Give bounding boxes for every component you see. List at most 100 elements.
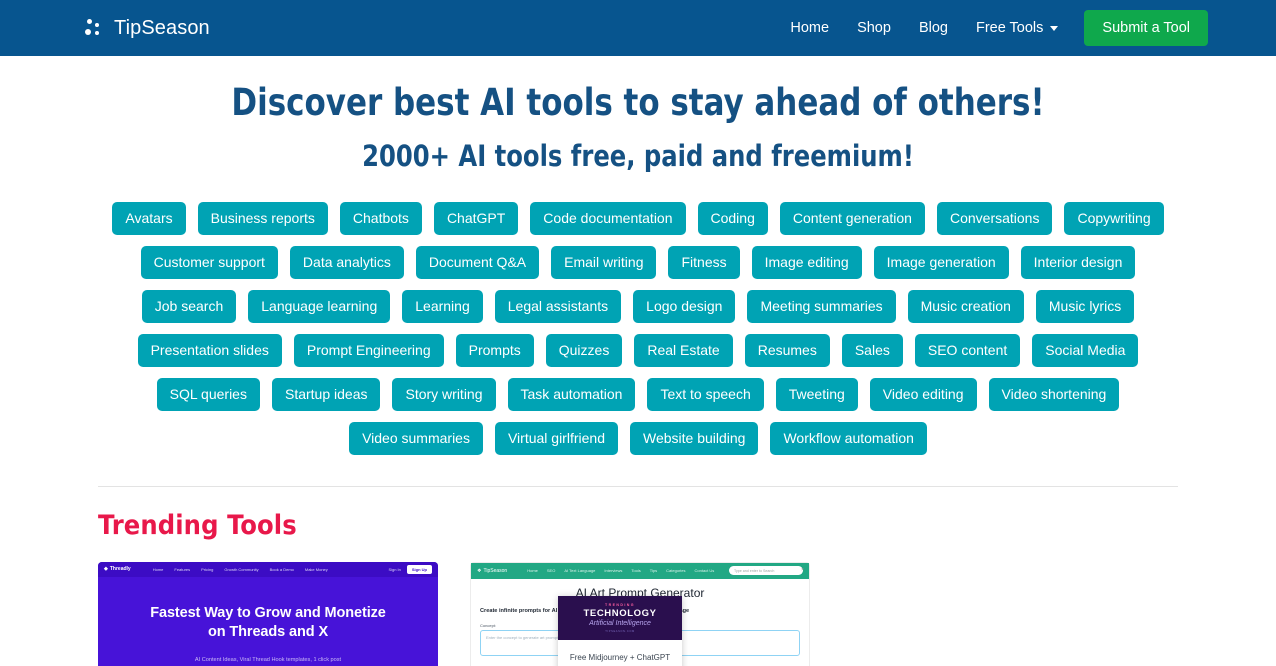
thumb-nav-actions: Sign In Sign Up [388,564,432,574]
category-tag[interactable]: Avatars [112,201,186,235]
thumb-nav-link: Growth Community [224,566,259,572]
category-tag[interactable]: Tweeting [775,377,858,411]
category-tag[interactable]: Customer support [140,245,278,279]
thumb-newsletter-modal: TRENDING TECHNOLOGY Artificial Intellige… [558,595,682,666]
thumb-logo-text: TipSeason [483,567,508,574]
category-tag[interactable]: Meeting summaries [747,289,896,323]
thumb-nav-link: Features [174,566,191,572]
thumb-subtext: AI Content Ideas, Viral Thread Hook temp… [98,655,438,666]
category-tag[interactable]: Image generation [873,245,1009,279]
category-tag[interactable]: Coding [697,201,768,235]
thumb-nav-link: AI Text Language [564,568,596,574]
category-tag[interactable]: Virtual girlfriend [494,421,618,455]
category-tag[interactable]: Business reports [197,201,328,235]
category-tag[interactable]: Legal assistants [494,289,622,323]
category-tag[interactable]: Job search [141,289,237,323]
tool-thumbnail-threadly: ◆ Threadly Home Features Pricing Growth Com… [98,561,438,666]
category-tag[interactable]: Data analytics [289,245,404,279]
category-tag[interactable]: Story writing [392,377,496,411]
top-navbar: TipSeason Home Shop Blog Free Tools Subm… [0,0,1276,56]
category-tag[interactable]: ChatGPT [433,201,519,235]
category-tag[interactable]: SEO content [914,333,1021,367]
category-tag[interactable]: Resumes [744,333,830,367]
category-tag[interactable]: Real Estate [634,333,733,367]
thumb-headline-line1: Fastest Way to Grow and Monetize [150,604,386,621]
thumb-nav-link: Home [527,568,538,574]
thumb-logo-text: Threadly [109,566,131,573]
category-tag[interactable]: Learning [402,289,483,323]
thumb-modal-banner-subtitle: Artificial Intelligence [589,619,651,627]
tool-card-ai-art-prompt-generator[interactable]: ❖ TipSeason Home SEO AI Text Language Inter… [470,561,810,666]
thumb-nav-link: Interviews [604,568,623,574]
category-tag[interactable]: Task automation [507,377,636,411]
category-tag[interactable]: Workflow automation [770,421,927,455]
category-tag[interactable]: Prompt Engineering [293,333,444,367]
category-tag[interactable]: Fitness [668,245,740,279]
category-tag[interactable]: Conversations [936,201,1053,235]
thumb-nav-link: SEO [546,568,556,574]
tool-card-threadly[interactable]: ◆ Threadly Home Features Pricing Growth Com… [98,561,438,666]
category-tag[interactable]: Music creation [907,289,1024,323]
chevron-down-icon [1050,25,1059,31]
thumb-nav-link: Pricing [201,566,214,572]
nav-links-group: Home Shop Blog Free Tools Submit a Tool [776,10,1208,46]
category-tag[interactable]: Video shortening [988,377,1120,411]
category-tag[interactable]: Startup ideas [271,377,381,411]
nav-link-shop[interactable]: Shop [843,12,905,44]
nav-link-blog[interactable]: Blog [905,12,962,44]
category-tag[interactable]: Image editing [751,245,862,279]
thumb-logo: ❖ TipSeason [477,567,508,574]
category-tag[interactable]: Video editing [869,377,977,411]
section-title-trending-tools: Trending Tools [98,509,297,541]
main-content: Trending Tools ◆ Threadly Home Features Pr… [98,485,1178,666]
category-tag[interactable]: SQL queries [156,377,260,411]
category-tag[interactable]: Text to speech [647,377,764,411]
thumb-navbar: ◆ Threadly Home Features Pricing Growth Com… [98,561,438,577]
thumb-nav-link: Tools [631,568,641,574]
thumb-nav-link: Categories [666,568,686,574]
thumb-nav-link: Book a Demo [269,566,294,572]
thumb-modal-banner-title: TECHNOLOGY [583,607,657,619]
category-tag-list: Avatars Business reports Chatbots ChatGPT Co… [103,201,1173,455]
category-tag[interactable]: Chatbots [339,201,422,235]
thumb-modal-banner-tag: TIPSEASON.COM [605,629,635,633]
thumb-nav-link: Make Money [304,566,328,572]
category-tag[interactable]: Presentation slides [137,333,282,367]
thumb-nav-link: Contact Us [694,568,715,574]
thumb-sign-up: Sign Up [406,564,432,574]
thumb-modal-banner: TRENDING TECHNOLOGY Artificial Intellige… [558,595,682,640]
category-tag[interactable]: Content generation [779,201,925,235]
submit-a-tool-button[interactable]: Submit a Tool [1084,10,1208,46]
category-tag[interactable]: Logo design [633,289,736,323]
nav-link-free-tools[interactable]: Free Tools [962,12,1072,44]
thumb-headline-line2: on Threads and X [207,624,329,641]
category-tag[interactable]: Interior design [1020,245,1136,279]
category-tag[interactable]: Sales [841,333,903,367]
thumb-modal-kicker: TRENDING [605,602,635,607]
thumb-search-box: Type and enter to Search [729,566,803,576]
category-tag[interactable]: Copywriting [1064,201,1164,235]
thumb-nav-link: Home [152,566,164,572]
thumb-subtext-line1: AI Content Ideas, Viral Thread Hook temp… [194,657,342,664]
thumb-modal-text: Free Midjourney + ChatGPT prompts every … [569,652,671,666]
category-tag[interactable]: Music lyrics [1035,289,1135,323]
brand-logo[interactable]: TipSeason [84,17,210,40]
hero-section: Discover best AI tools to stay ahead of … [0,56,1276,174]
thumb-modal-close-icon: × [801,566,804,573]
page-subtitle: 2000+ AI tools free, paid and freemium! [362,139,914,174]
thumb-nav-link: Tips [649,568,658,574]
category-tag[interactable]: Video summaries [349,421,483,455]
nav-link-home[interactable]: Home [776,12,843,44]
nav-link-free-tools-label: Free Tools [975,20,1044,36]
category-tag[interactable]: Prompts [455,333,534,367]
nav-link-shop-label: Shop [857,20,891,36]
category-tag[interactable]: Social Media [1032,333,1139,367]
category-tag[interactable]: Quizzes [545,333,623,367]
category-tag[interactable]: Code documentation [530,201,686,235]
category-tag[interactable]: Email writing [551,245,657,279]
nav-link-home-label: Home [790,20,830,36]
category-tag[interactable]: Language learning [248,289,391,323]
category-tag[interactable]: Document Q&A [415,245,540,279]
category-tag[interactable]: Website building [629,421,759,455]
dots-logo-icon [84,17,104,39]
